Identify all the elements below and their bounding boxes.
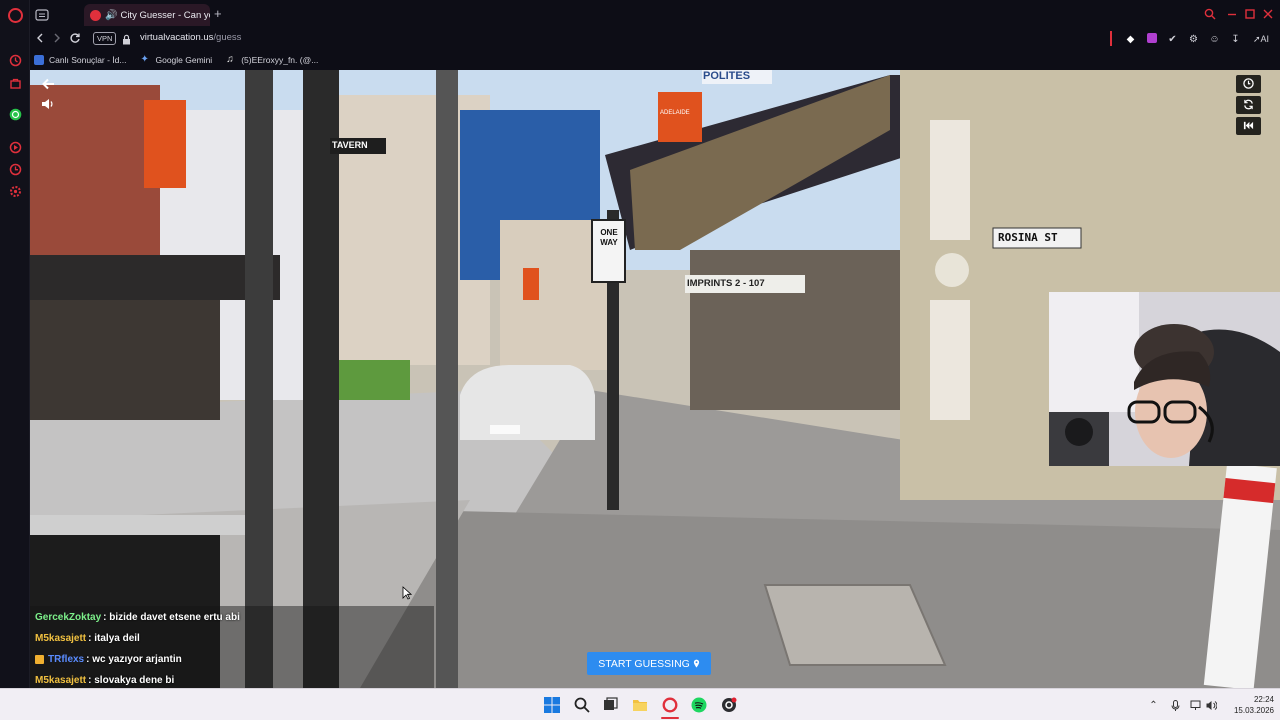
network-icon[interactable] — [1190, 700, 1201, 711]
webcam-overlay — [1049, 292, 1280, 466]
skip-back-icon[interactable] — [1236, 117, 1261, 135]
task-view-icon[interactable] — [602, 697, 618, 713]
back-icon[interactable] — [35, 32, 45, 47]
back-arrow-icon[interactable] — [41, 77, 55, 94]
tiktok-icon: ♫ — [226, 54, 234, 65]
new-tab-button[interactable]: + — [214, 7, 222, 20]
clock-date: 15.03.2026 — [1233, 706, 1274, 715]
volume-icon[interactable] — [41, 98, 55, 113]
sign-tavern: TAVERN — [332, 140, 368, 150]
puzzle-icon[interactable]: ✔ — [1166, 33, 1179, 46]
settings-icon[interactable] — [9, 185, 22, 198]
url-path: /guess — [213, 32, 242, 43]
bookmark-item-2[interactable]: ♫ (5)EEroxyy_fn. (@... — [226, 54, 319, 66]
speaker-icon[interactable]: 🔊 — [105, 10, 117, 21]
url-field[interactable]: virtualvacation.us/guess — [140, 32, 241, 43]
map-pin-icon — [693, 659, 699, 668]
sign-imprints: IMPRINTS 2 - 107 — [687, 278, 765, 289]
browser-window: 🔊 City Guesser - Can you + VPN virtualva… — [0, 0, 1280, 720]
chat-message: M5kasajett : slovakya dene bi — [30, 670, 434, 688]
opera-gx-icon[interactable] — [662, 697, 678, 713]
bookmark-label: Google Gemini — [155, 55, 213, 65]
street-sign-one-way: ONE WAY — [600, 228, 618, 247]
history-icon[interactable] — [9, 54, 22, 67]
clock-time: 22:24 — [1253, 695, 1274, 704]
bookmark-label: (5)EEroxyy_fn. (@... — [241, 55, 319, 65]
minimize-icon[interactable] — [1226, 8, 1238, 23]
forward-icon[interactable] — [52, 32, 62, 47]
chat-message: GercekZoktay : bizide davet etsene ertu … — [30, 607, 434, 627]
chevron-up-icon[interactable]: ⌃ — [1148, 700, 1159, 711]
ai-label: AI — [1260, 33, 1270, 44]
gemini-icon: ✦ — [140, 54, 149, 65]
bookmarks-bar: Canlı Sonuçlar - İd... ✦ Google Gemini ♫… — [30, 50, 1280, 70]
maximize-icon[interactable] — [1244, 8, 1256, 23]
stream-chat: GercekZoktay : bizide davet etsene ertu … — [30, 606, 434, 688]
whatsapp-icon[interactable] — [9, 108, 22, 121]
chat-message: TRflexs : wc yazıyor arjantin — [30, 649, 434, 669]
toolbar-icons: ◆ ✔ ⚙ ☺ ↧ ➚AI ☰ — [1116, 32, 1280, 46]
search-icon[interactable] — [574, 697, 590, 713]
chat-text: : bizide davet etsene ertu abi — [103, 611, 240, 623]
tab-islands-icon[interactable] — [35, 8, 49, 21]
bag-icon[interactable] — [9, 77, 22, 90]
banner-adelaide: ADELAIDE — [660, 110, 690, 116]
search-icon[interactable] — [1204, 8, 1216, 23]
player-icon[interactable] — [9, 141, 22, 154]
profile-icon[interactable]: ☺ — [1208, 33, 1221, 46]
tab-strip: 🔊 City Guesser - Can you + — [30, 0, 1280, 29]
close-icon[interactable] — [1262, 8, 1274, 23]
extensions-icon[interactable]: ⚙ — [1187, 33, 1200, 46]
microphone-icon[interactable] — [1170, 700, 1181, 711]
lock-icon[interactable] — [122, 32, 131, 45]
opera-sidebar — [0, 0, 30, 688]
reload-icon[interactable] — [69, 32, 81, 47]
start-guessing-button[interactable]: START GUESSING — [587, 652, 711, 675]
timer-icon[interactable] — [1236, 75, 1261, 93]
sign-polites: POLITES — [703, 70, 751, 82]
chat-text: : slovakya dene bi — [88, 674, 175, 686]
refresh-icon[interactable] — [1236, 96, 1261, 114]
chat-text: : italya deil — [88, 632, 140, 644]
chat-username: GercekZoktay — [35, 611, 102, 623]
bookmark-item-0[interactable]: Canlı Sonuçlar - İd... — [34, 55, 126, 65]
chat-username: TRflexs — [48, 653, 85, 665]
opera-favicon-icon — [90, 9, 101, 21]
divider — [1110, 31, 1112, 46]
tab-title: City Guesser - Can you — [120, 9, 210, 21]
chat-message: M5kasajett : italya deil — [30, 628, 434, 648]
download-icon[interactable]: ↧ — [1229, 33, 1242, 46]
mouse-cursor-icon — [402, 586, 412, 600]
subscriber-badge-icon — [35, 654, 44, 664]
bookmark-label: Canlı Sonuçlar - İd... — [49, 55, 127, 65]
opera-logo-icon[interactable] — [8, 8, 23, 23]
chat-text: : wc yazıyor arjantin — [86, 653, 182, 665]
streamer-webcam — [1049, 292, 1280, 466]
vpn-badge[interactable]: VPN — [93, 32, 117, 45]
file-explorer-icon[interactable] — [632, 697, 648, 713]
ad-blocker-icon[interactable]: ◆ — [1124, 33, 1137, 46]
volume-icon[interactable] — [1206, 700, 1218, 711]
aria-ai-button[interactable]: ➚AI — [1250, 33, 1272, 46]
chat-username: M5kasajett — [35, 674, 87, 686]
street-video[interactable]: ROSINA ST ONE WAY TAVERN IMPRINTS 2 - 10… — [30, 70, 1280, 688]
windows-start-icon[interactable] — [544, 697, 560, 713]
spotify-icon[interactable] — [691, 697, 707, 713]
address-bar: VPN virtualvacation.us/guess ◆ ✔ ⚙ ☺ ↧ ➚… — [30, 29, 1280, 50]
bookmark-site-icon — [34, 55, 44, 65]
extension-purple-icon[interactable] — [1145, 32, 1158, 46]
url-host: virtualvacation.us — [140, 32, 214, 43]
start-guessing-label: START GUESSING — [598, 657, 690, 670]
bookmark-item-1[interactable]: ✦ Google Gemini — [140, 54, 213, 66]
clock-icon[interactable] — [9, 163, 22, 176]
windows-taskbar: ⌃ 22:24 15.03.2026 — [0, 688, 1280, 720]
street-sign-rosina: ROSINA ST — [998, 231, 1058, 244]
tab-city-guesser[interactable]: 🔊 City Guesser - Can you — [84, 4, 210, 26]
chat-username: M5kasajett — [35, 632, 87, 644]
steelseries-icon[interactable] — [721, 697, 737, 713]
active-app-indicator — [661, 717, 679, 719]
system-clock[interactable]: 22:24 15.03.2026 — [1222, 694, 1274, 716]
